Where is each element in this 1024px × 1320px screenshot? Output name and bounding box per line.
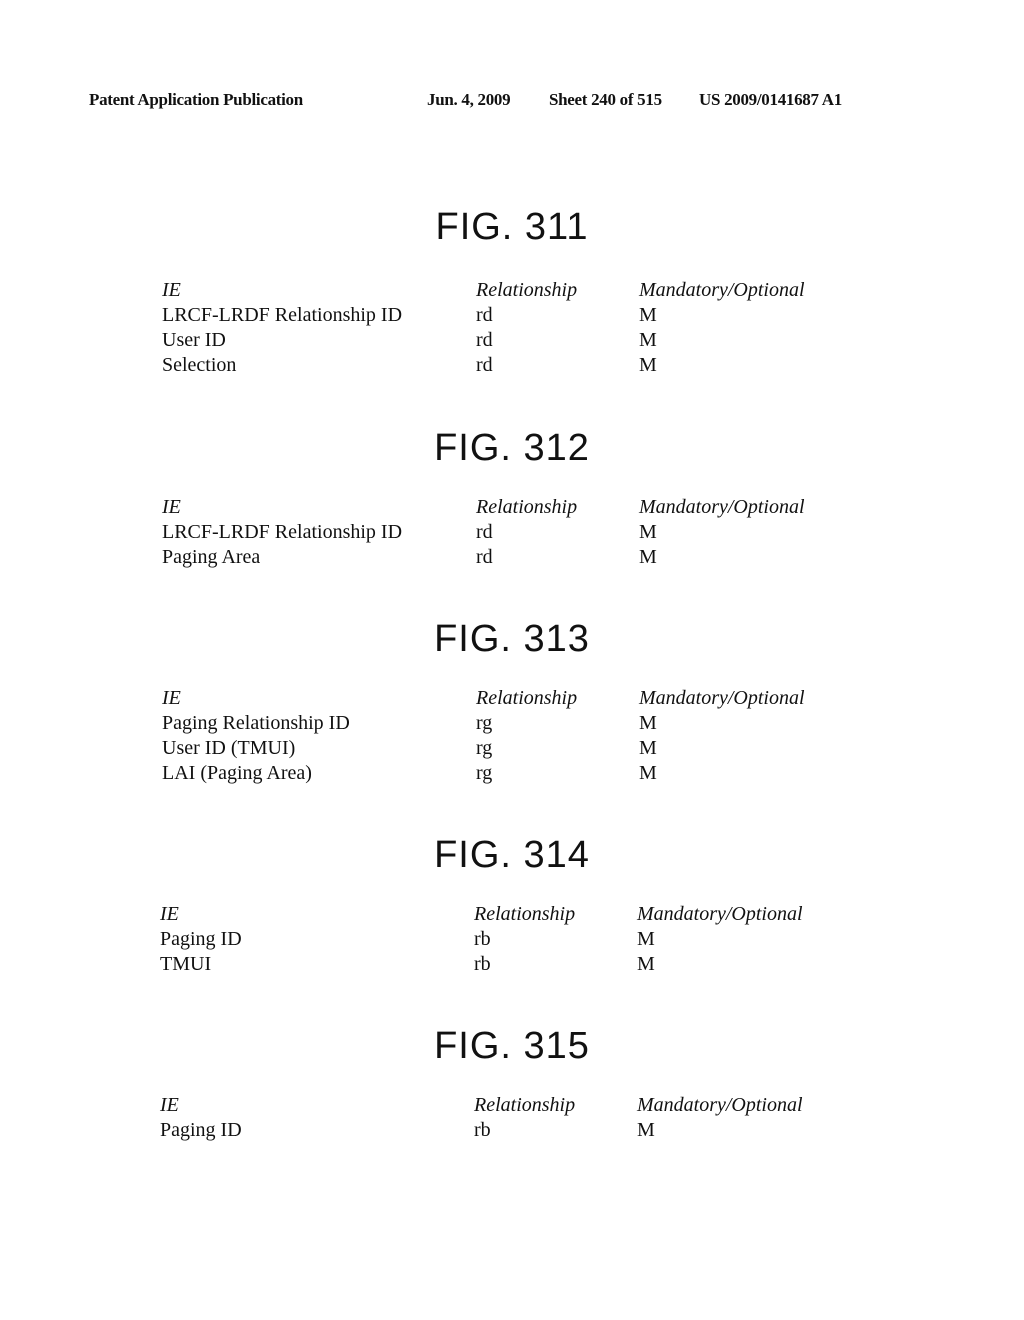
ie-cell: LRCF-LRDF Relationship ID bbox=[162, 521, 403, 543]
column-header-mandatory-optional: Mandatory/Optional bbox=[637, 1094, 803, 1116]
column-header-ie: IE bbox=[160, 1094, 179, 1116]
column-header-ie: IE bbox=[162, 687, 181, 709]
column-header-ie: IE bbox=[162, 496, 181, 518]
figure-title-313: FIG. 313 bbox=[434, 618, 590, 660]
patent-number: US 2009/0141687 A1 bbox=[699, 90, 842, 109]
ie-cell: LRCF-LRDF Relationship ID bbox=[162, 304, 403, 326]
mandatory-cell: M bbox=[639, 546, 657, 568]
column-header-relationship: Relationship bbox=[476, 279, 578, 301]
relationship-cell: rd bbox=[476, 546, 493, 568]
column-header-relationship: Relationship bbox=[474, 1094, 576, 1116]
sheet-number: Sheet 240 of 515 bbox=[549, 90, 662, 109]
ie-cell: TMUI bbox=[160, 953, 212, 975]
column-header-mandatory-optional: Mandatory/Optional bbox=[639, 496, 805, 518]
column-header-relationship: Relationship bbox=[476, 687, 578, 709]
column-header-relationship: Relationship bbox=[474, 903, 576, 925]
relationship-cell: rg bbox=[476, 737, 493, 759]
relationship-cell: rb bbox=[474, 1119, 491, 1141]
column-header-mandatory-optional: Mandatory/Optional bbox=[639, 279, 805, 301]
figure-title-312: FIG. 312 bbox=[434, 427, 590, 469]
column-header-ie: IE bbox=[160, 903, 179, 925]
ie-cell: Paging Relationship ID bbox=[162, 712, 350, 734]
column-header-mandatory-optional: Mandatory/Optional bbox=[637, 903, 803, 925]
relationship-cell: rd bbox=[476, 329, 493, 351]
publication-date: Jun. 4, 2009 bbox=[427, 90, 511, 109]
mandatory-cell: M bbox=[639, 354, 657, 376]
relationship-cell: rd bbox=[476, 354, 493, 376]
relationship-cell: rd bbox=[476, 521, 493, 543]
relationship-cell: rd bbox=[476, 304, 493, 326]
mandatory-cell: M bbox=[639, 762, 657, 784]
relationship-cell: rb bbox=[474, 953, 491, 975]
column-header-ie: IE bbox=[162, 279, 181, 301]
ie-cell: Selection bbox=[162, 354, 237, 376]
mandatory-cell: M bbox=[639, 737, 657, 759]
column-header-relationship: Relationship bbox=[476, 496, 578, 518]
mandatory-cell: M bbox=[639, 329, 657, 351]
relationship-cell: rb bbox=[474, 928, 491, 950]
relationship-cell: rg bbox=[476, 762, 493, 784]
mandatory-cell: M bbox=[639, 304, 657, 326]
figure-title-315: FIG. 315 bbox=[434, 1025, 590, 1067]
mandatory-cell: M bbox=[639, 712, 657, 734]
ie-cell: User ID bbox=[162, 329, 226, 351]
ie-cell: Paging ID bbox=[160, 1119, 242, 1141]
publication-label: Patent Application Publication bbox=[89, 90, 303, 109]
figure-title-314: FIG. 314 bbox=[434, 834, 590, 876]
figure-title-311: FIG. 311 bbox=[435, 206, 589, 248]
ie-cell: LAI (Paging Area) bbox=[162, 762, 312, 784]
mandatory-cell: M bbox=[637, 953, 655, 975]
ie-cell: Paging ID bbox=[160, 928, 242, 950]
ie-cell: Paging Area bbox=[162, 546, 261, 568]
column-header-mandatory-optional: Mandatory/Optional bbox=[639, 687, 805, 709]
relationship-cell: rg bbox=[476, 712, 493, 734]
ie-cell: User ID (TMUI) bbox=[162, 737, 296, 759]
mandatory-cell: M bbox=[637, 928, 655, 950]
mandatory-cell: M bbox=[639, 521, 657, 543]
mandatory-cell: M bbox=[637, 1119, 655, 1141]
